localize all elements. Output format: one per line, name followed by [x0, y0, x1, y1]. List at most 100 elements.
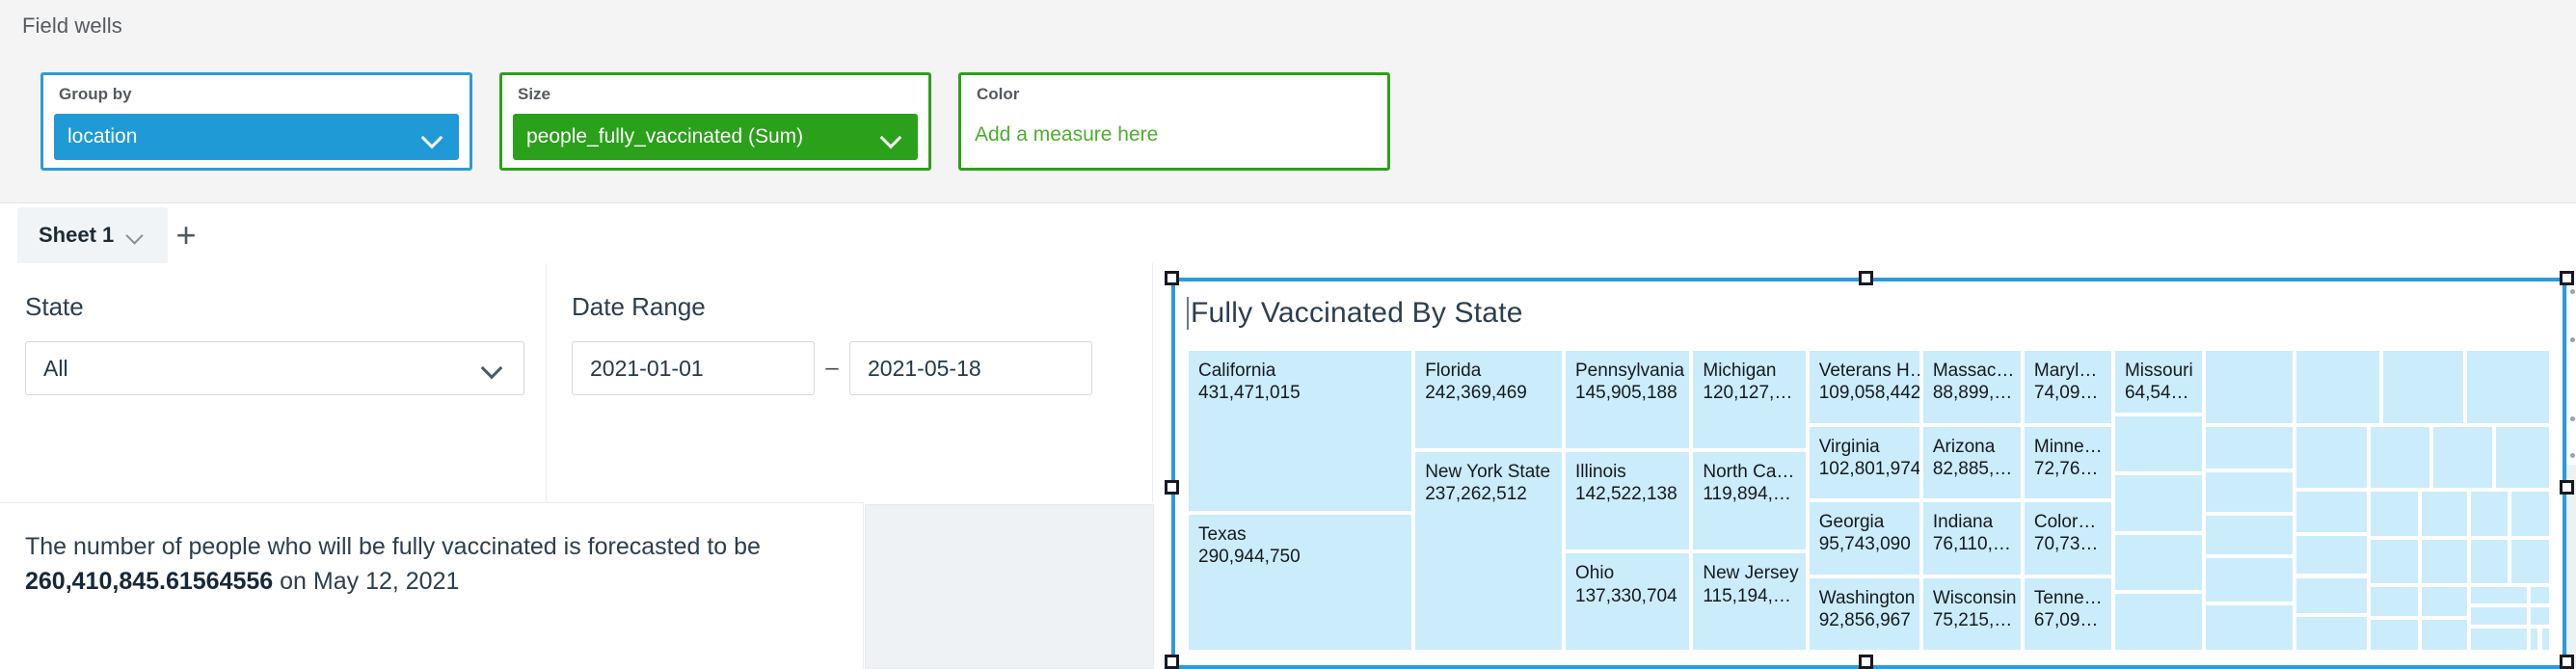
treemap-tile[interactable] [2511, 540, 2549, 583]
treemap-tile-label: Missouri [2124, 361, 2193, 381]
treemap-tile[interactable] [2296, 492, 2367, 532]
treemap-tile[interactable] [2422, 540, 2467, 583]
treemap-tile[interactable] [2206, 605, 2294, 650]
state-select[interactable]: All [25, 341, 524, 395]
date-start-input[interactable]: 2021-01-01 [572, 341, 815, 395]
treemap-tile[interactable] [2370, 620, 2419, 650]
treemap-tile-ohio[interactable]: Ohio 137,330,704 [1566, 553, 1690, 650]
treemap-tile-illinois[interactable]: Illinois 142,522,138 [1566, 452, 1690, 550]
insight-narrative-visual[interactable]: The number of people who will be fully v… [0, 502, 864, 669]
field-well-size[interactable]: Size people_fully_vaccinated (Sum) [499, 72, 931, 171]
resize-handle-bottom-left[interactable] [1165, 655, 1179, 669]
chevron-down-icon[interactable] [420, 124, 445, 149]
treemap-tile-tenne[interactable]: Tenne… 67,09… [2024, 577, 2111, 650]
plus-icon[interactable]: + [170, 218, 202, 253]
chevron-down-icon[interactable] [481, 356, 506, 381]
treemap-tile[interactable] [2296, 426, 2367, 488]
treemap-tile[interactable] [2296, 577, 2367, 613]
treemap-tile-labels: Virginia 102,801,974 [1810, 427, 1919, 480]
treemap-tile[interactable] [2114, 415, 2203, 472]
treemap-tile[interactable] [2467, 351, 2549, 423]
treemap-tile-massac[interactable]: Massac… 88,899,… [1922, 351, 2021, 423]
treemap-tile[interactable] [2470, 540, 2509, 583]
treemap-tile-florida[interactable]: Florida 242,369,469 [1415, 351, 1562, 449]
resize-handle-top-right[interactable] [2560, 271, 2574, 285]
field-well-label-color: Color [977, 85, 1020, 103]
treemap-tile[interactable] [2296, 535, 2367, 575]
treemap-tile-new-jersey[interactable]: New Jersey 115,194,… [1693, 553, 1806, 650]
resize-handle-middle-left[interactable] [1165, 480, 1179, 495]
treemap-tile-california[interactable]: California 431,471,015 [1189, 351, 1412, 511]
chevron-down-icon[interactable] [879, 124, 904, 149]
treemap-tile-michigan[interactable]: Michigan 120,127,… [1693, 351, 1806, 449]
sheet-tab-sheet-1[interactable]: Sheet 1 [17, 207, 169, 263]
treemap-tile[interactable] [2495, 426, 2549, 488]
treemap-tile-arizona[interactable]: Arizona 82,885,… [1922, 426, 2021, 498]
treemap-tile[interactable] [2370, 540, 2419, 583]
treemap-tile-virginia[interactable]: Virginia 102,801,974 [1809, 426, 1919, 498]
right-panel-sliver[interactable] [2566, 465, 2576, 669]
treemap-tile-indiana[interactable]: Indiana 76,110,… [1922, 502, 2021, 575]
treemap-tile[interactable] [2382, 351, 2464, 423]
empty-visual-tile[interactable] [865, 504, 1154, 669]
treemap-tile[interactable] [2531, 628, 2537, 650]
treemap-tile[interactable] [2511, 492, 2549, 537]
treemap-tile[interactable] [2470, 607, 2527, 625]
treemap-tile-value: 70,73… [2033, 534, 2099, 555]
treemap-tile-wisconsin[interactable]: Wisconsin 75,215,… [1922, 577, 2021, 650]
treemap-tile-pennsylvania[interactable]: Pennsylvania 145,905,188 [1566, 351, 1690, 449]
treemap-tile-value: 88,899,… [1932, 383, 2013, 404]
sheet-tab-label: Sheet 1 [39, 223, 115, 247]
treemap-tile[interactable] [2433, 426, 2492, 488]
treemap-tile[interactable] [2531, 607, 2549, 625]
resize-handle-bottom-right[interactable] [2560, 655, 2574, 669]
treemap-tile[interactable] [2541, 628, 2549, 650]
resize-handle-middle-right[interactable] [2560, 480, 2574, 495]
treemap-tile-georgia[interactable]: Georgia 95,743,090 [1809, 502, 1919, 575]
treemap-tile[interactable] [2422, 492, 2467, 537]
date-end-input[interactable]: 2021-05-18 [849, 341, 1092, 395]
treemap-tile-maryl[interactable]: Maryl… 74,09… [2024, 351, 2111, 423]
treemap-tile[interactable] [2206, 515, 2294, 555]
treemap-tile-labels: Minne… 72,76… [2025, 427, 2111, 480]
treemap-tile-new-york-state[interactable]: New York State 237,262,512 [1415, 452, 1562, 650]
chevron-down-icon[interactable] [125, 225, 147, 246]
treemap-tile[interactable] [2206, 472, 2294, 512]
treemap-tile[interactable] [2470, 628, 2527, 650]
treemap-tile[interactable] [2206, 558, 2294, 602]
treemap-tile[interactable] [2470, 586, 2527, 604]
treemap-tile-labels: California 431,471,015 [1189, 351, 1411, 404]
treemap-tile-missouri[interactable]: Missouri 64,54… [2114, 351, 2203, 413]
treemap-tile[interactable] [2114, 594, 2203, 650]
treemap-tile[interactable] [2370, 426, 2430, 488]
treemap-tile-texas[interactable]: Texas 290,944,750 [1189, 514, 1412, 650]
context-menu-sliver[interactable] [2566, 281, 2576, 465]
treemap-tile[interactable] [2370, 492, 2419, 537]
treemap-tile[interactable] [2370, 586, 2419, 617]
treemap-tile-north-ca[interactable]: North Ca… 119,894,… [1693, 452, 1806, 550]
treemap-tile-labels: Color… 70,73… [2025, 502, 2111, 555]
treemap-tile-washington[interactable]: Washington 92,856,967 [1809, 577, 1919, 650]
treemap-tile-minne[interactable]: Minne… 72,76… [2024, 426, 2111, 498]
treemap-tile[interactable] [2114, 475, 2203, 531]
treemap-tile[interactable] [2470, 492, 2509, 537]
resize-handle-top-center[interactable] [1859, 271, 1873, 285]
treemap-tile[interactable] [2206, 351, 2294, 423]
treemap-tile[interactable] [2296, 351, 2379, 423]
field-pill-location[interactable]: location [54, 114, 459, 160]
treemap-tile[interactable] [2114, 534, 2203, 591]
treemap-tile[interactable] [2422, 620, 2467, 650]
treemap-tile[interactable] [2422, 586, 2467, 617]
field-well-group-by[interactable]: Group by location [40, 72, 472, 171]
treemap-tile[interactable] [2531, 586, 2549, 604]
field-pill-people-fully-vaccinated[interactable]: people_fully_vaccinated (Sum) [513, 114, 918, 160]
resize-handle-bottom-center[interactable] [1859, 655, 1873, 669]
narrative-line-2: on May 12, 2021 [273, 568, 460, 596]
treemap-visual[interactable]: Fully Vaccinated By State California 431,… [1171, 278, 2566, 669]
field-well-color[interactable]: Color Add a measure here [958, 72, 1390, 171]
resize-handle-top-left[interactable] [1165, 271, 1179, 285]
treemap-tile-color[interactable]: Color… 70,73… [2024, 502, 2111, 575]
treemap-tile-veterans-h[interactable]: Veterans H… 109,058,442 [1809, 351, 1919, 423]
treemap-tile[interactable] [2206, 426, 2294, 469]
treemap-tile[interactable] [2296, 616, 2367, 650]
